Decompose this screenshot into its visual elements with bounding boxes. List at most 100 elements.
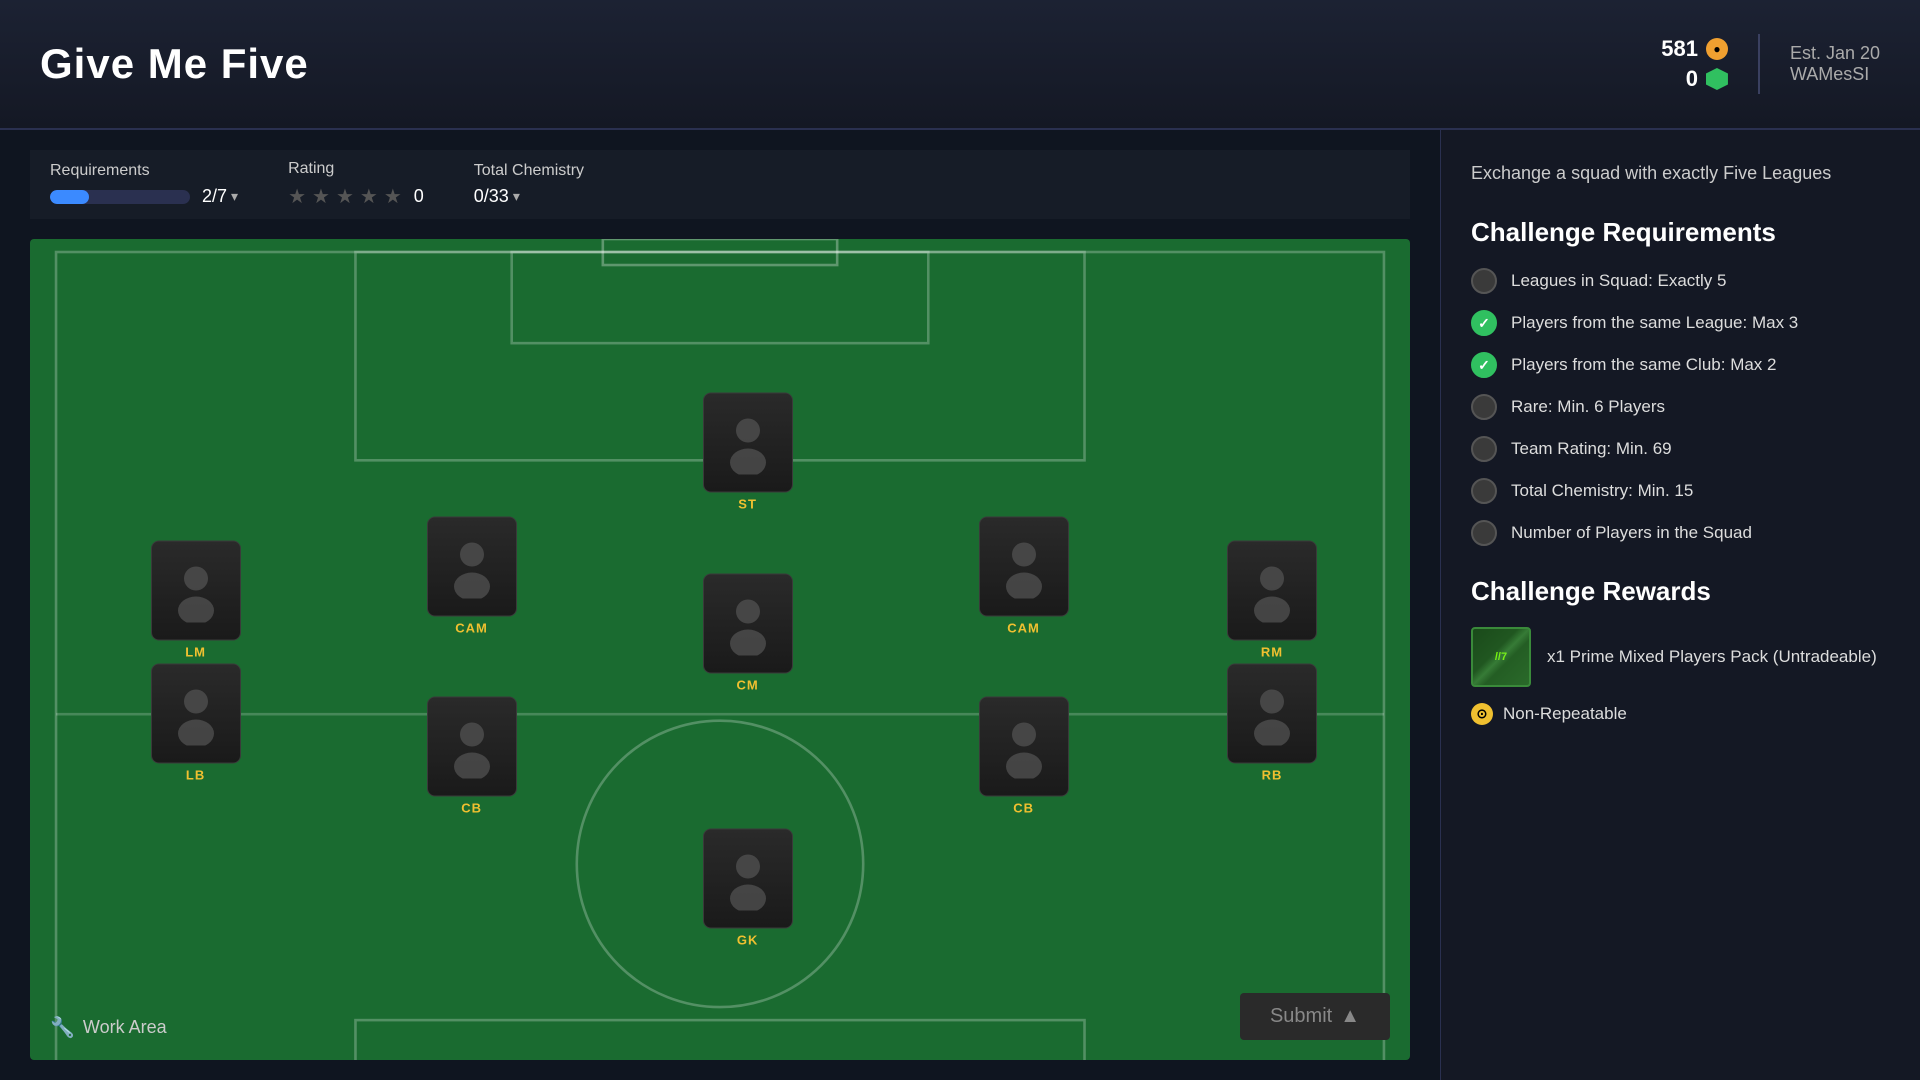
submit-button[interactable]: Submit ▲ [1240,993,1390,1040]
req-item-1: Leagues in Squad: Exactly 5 [1471,268,1890,294]
player-card-st[interactable]: ST [703,393,793,512]
player-card-inner-cam-left [427,516,517,616]
coin-icon: ● [1706,38,1728,60]
req-circle-2: ✓ [1471,310,1497,336]
req-circle-6 [1471,478,1497,504]
player-card-inner-cm [703,574,793,674]
player-card-inner-lb [151,664,241,764]
req-circle-3: ✓ [1471,352,1497,378]
req-text-6: Total Chemistry: Min. 15 [1511,481,1693,501]
req-progress-container: 2/7 ▾ [50,186,238,207]
req-text-5: Team Rating: Min. 69 [1511,439,1672,459]
player-card-inner-cam-right [979,516,1069,616]
req-circle-4 [1471,394,1497,420]
work-area-button[interactable]: 🔧 Work Area [50,1015,167,1040]
position-label-cm: CM [736,678,758,693]
rating-stars: ★ ★ ★ ★ ★ 0 [288,184,424,209]
star-2: ★ [312,184,330,209]
requirements-bar: Requirements 2/7 ▾ Rating ★ ★ ★ [30,150,1410,219]
pitch-wrapper: ST CAM [30,239,1410,1060]
chemistry-label: Total Chemistry [474,162,584,180]
chemistry-section: Total Chemistry 0/33 ▾ [474,162,584,207]
reward-item-1: //7 x1 Prime Mixed Players Pack (Untrade… [1471,627,1890,687]
req-circle-5 [1471,436,1497,462]
challenge-requirements-title: Challenge Requirements [1471,217,1890,248]
position-label-cam-left: CAM [455,620,488,635]
req-item-4: Rare: Min. 6 Players [1471,394,1890,420]
req-count[interactable]: 2/7 ▾ [202,186,238,207]
req-progress-section: Requirements 2/7 ▾ [50,162,238,207]
player-card-inner-lm [151,541,241,641]
top-bar-right: 581 ● 0 Est. Jan 20 WAMesSI [1661,34,1880,94]
req-item-2: ✓ Players from the same League: Max 3 [1471,310,1890,336]
currency-area: 581 ● 0 [1661,36,1728,92]
progress-bar-bg [50,190,190,204]
non-repeatable-text: Non-Repeatable [1503,704,1627,724]
req-label: Requirements [50,162,238,180]
progress-bar-fill [50,190,89,204]
star-1: ★ [288,184,306,209]
player-card-cm[interactable]: CM [703,574,793,693]
main-content: Requirements 2/7 ▾ Rating ★ ★ ★ [0,130,1920,1080]
divider [1758,34,1760,94]
player-card-cb-left[interactable]: CB [427,697,517,816]
player-card-rm[interactable]: RM [1227,541,1317,660]
player-card-cam-left[interactable]: CAM [427,516,517,635]
req-text-4: Rare: Min. 6 Players [1511,397,1665,417]
req-text-7: Number of Players in the Squad [1511,523,1752,543]
pack-diagonal [1473,629,1529,685]
player-avatar-cb-left [440,715,504,779]
req-item-7: Number of Players in the Squad [1471,520,1890,546]
chemistry-value[interactable]: 0/33 ▾ [474,186,584,207]
rating-section: Rating ★ ★ ★ ★ ★ 0 [288,160,424,209]
player-card-gk[interactable]: GK [703,828,793,947]
rating-label: Rating [288,160,424,178]
player-card-cb-right[interactable]: CB [979,697,1069,816]
player-avatar-st [716,411,780,475]
reward-description: x1 Prime Mixed Players Pack (Untradeable… [1547,645,1877,669]
player-avatar-rb [1240,682,1304,746]
position-label-rb: RB [1262,768,1283,783]
rating-value: 0 [414,186,424,207]
page-title: Give Me Five [40,40,309,88]
player-avatar-cm [716,592,780,656]
player-card-rb[interactable]: RB [1227,664,1317,783]
rewards-section: Challenge Rewards //7 x1 Prime Mixed Pla… [1471,576,1890,725]
player-card-inner-st [703,393,793,493]
chemistry-text: 0/33 [474,186,509,207]
right-panel: Exchange a squad with exactly Five Leagu… [1440,130,1920,1080]
left-panel: Requirements 2/7 ▾ Rating ★ ★ ★ [0,130,1440,1080]
req-item-5: Team Rating: Min. 69 [1471,436,1890,462]
req-text-3: Players from the same Club: Max 2 [1511,355,1776,375]
req-item-3: ✓ Players from the same Club: Max 2 [1471,352,1890,378]
req-item-6: Total Chemistry: Min. 15 [1471,478,1890,504]
player-avatar-gk [716,846,780,910]
points-row: 0 [1686,66,1728,92]
player-card-lb[interactable]: LB [151,664,241,783]
non-repeatable-icon: ⊙ [1471,703,1493,725]
position-label-gk: GK [737,932,759,947]
player-avatar-cb-right [992,715,1056,779]
coins-value: 581 [1661,36,1698,62]
position-label-cb-left: CB [461,801,482,816]
position-label-cam-right: CAM [1007,620,1040,635]
player-card-cam-right[interactable]: CAM [979,516,1069,635]
player-avatar-lb [164,682,228,746]
coins-row: 581 ● [1661,36,1728,62]
chemistry-dropdown-arrow: ▾ [513,188,520,205]
req-circle-1 [1471,268,1497,294]
position-label-cb-right: CB [1013,801,1034,816]
football-pitch: ST CAM [30,239,1410,1060]
req-current: 2/7 [202,186,227,207]
star-4: ★ [360,184,378,209]
player-card-lm[interactable]: LM [151,541,241,660]
player-avatar-lm [164,559,228,623]
player-card-inner-gk [703,828,793,928]
star-5: ★ [384,184,402,209]
player-avatar-rm [1240,559,1304,623]
player-avatar-cam-left [440,534,504,598]
player-card-inner-rm [1227,541,1317,641]
username: WAMesSI [1790,64,1880,85]
points-value: 0 [1686,66,1698,92]
req-dropdown-arrow: ▾ [231,188,238,205]
